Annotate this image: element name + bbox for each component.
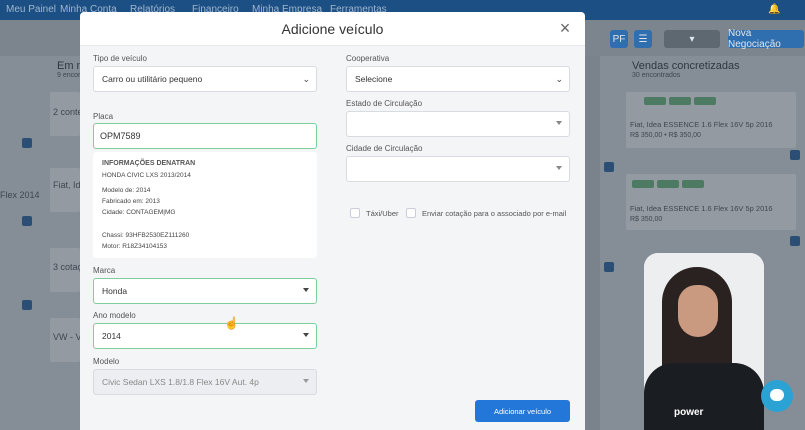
bell-icon[interactable]: 🔔 [768,4,780,15]
card-action-icon[interactable] [790,236,800,246]
nav-item-dashboard[interactable]: Meu Painel [6,4,56,15]
status-badge [644,97,666,105]
denatran-info-panel: INFORMAÇÕES DENATRAN HONDA CIVIC LXS 201… [93,152,317,258]
chat-bubble-icon[interactable] [761,380,793,412]
taxi-checkbox-row[interactable]: Táxi/Uber [350,208,399,218]
card-action-icon[interactable] [22,138,32,148]
cooperative-label: Cooperativa [346,54,390,63]
vehicle-type-label: Tipo de veículo [93,54,147,63]
chevron-down-icon: ⌄ [302,74,310,84]
model-select[interactable]: Civic Sedan LXS 1.8/1.8 Flex 16V Aut. 4p [93,369,317,395]
modal-title: Adicione veículo [281,21,384,37]
denatran-vehicle: HONDA CIVIC LXS 2013/2014 [102,172,191,179]
model-year-select[interactable]: 2014 [93,323,317,349]
send-quote-checkbox-label: Enviar cotação para o associado por e-ma… [422,208,567,218]
mouse-cursor-icon: ☝ [224,316,239,330]
model-year-label: Ano modelo [93,311,136,320]
denatran-title: INFORMAÇÕES DENATRAN [102,160,196,167]
card-action-icon[interactable] [790,150,800,160]
presenter-body [644,363,764,430]
model-year-value: 2014 [102,331,121,341]
sale-card-price: R$ 350,00 [630,216,663,223]
caret-down-icon [556,121,562,125]
brand-value: Honda [102,286,128,296]
circulation-city-select[interactable] [346,156,570,182]
list-view-icon[interactable]: ☰ [634,30,652,48]
shirt-logo: power [674,407,704,418]
plate-input[interactable] [93,123,317,149]
presenter-face [678,285,718,337]
modal-body: Tipo de veículo Carro ou utilitário pequ… [80,46,585,430]
denatran-chassis: Chassi: 93HFB2530EZ111260 [102,232,190,239]
plate-label: Placa [93,112,114,121]
sale-card-price: R$ 350,00 • R$ 350,00 [630,132,701,139]
model-value: Civic Sedan LXS 1.8/1.8 Flex 16V Aut. 4p [102,377,259,387]
deal-card-text: 2 conte [53,107,83,117]
card-action-icon[interactable] [22,216,32,226]
column-count-sales: 30 encontrados [632,72,681,79]
cooperative-select[interactable]: Selecione ⌄ [346,66,570,92]
circulation-state-label: Estado de Circulação [346,99,423,108]
denatran-city: Cidade: CONTAGEM|MG [102,209,176,216]
new-negotiation-button[interactable]: Nova Negociação [728,28,804,50]
close-icon[interactable]: × [556,19,574,38]
pf-button[interactable]: PF [610,30,628,48]
status-badge [694,97,716,105]
status-badge [632,180,654,188]
taxi-checkbox-label: Táxi/Uber [366,208,399,218]
status-badge [669,97,691,105]
send-quote-checkbox-row[interactable]: Enviar cotação para o associado por e-ma… [406,208,566,218]
add-vehicle-button[interactable]: Adicionar veículo [475,400,570,422]
deal-card-text: Flex 2014 [0,190,40,200]
circulation-city-label: Cidade de Circulação [346,144,423,153]
denatran-motor: Motor: R18Z34104153 [102,243,168,250]
circulation-state-select[interactable] [346,111,570,137]
sale-card-vehicle: Fiat, Idea ESSENCE 1.6 Flex 16V 5p 2016 [630,204,773,213]
caret-down-icon [556,166,562,170]
caret-down-icon [303,288,309,292]
chevron-down-icon: ⌄ [555,74,563,84]
cooperative-value: Selecione [355,74,393,84]
filter-dropdown[interactable]: ▾ [664,30,720,48]
brand-select[interactable]: Honda [93,278,317,304]
card-action-icon[interactable] [604,262,614,272]
column-count-negotiation: 9 encor [57,72,81,79]
deal-card[interactable] [50,168,80,212]
model-label: Modelo [93,357,120,366]
caret-down-icon [303,379,309,383]
send-quote-checkbox[interactable] [406,208,416,218]
denatran-manufactured: Fabricado em: 2013 [102,198,160,205]
card-action-icon[interactable] [604,162,614,172]
column-title-sales: Vendas concretizadas [632,60,740,72]
caret-down-icon [303,333,309,337]
brand-label: Marca [93,266,116,275]
add-vehicle-modal: Adicione veículo × Tipo de veículo Carro… [80,12,585,430]
card-action-icon[interactable] [22,300,32,310]
denatran-model-year: Modelo de: 2014 [102,187,151,194]
webcam-overlay: power [644,253,764,430]
sale-card-vehicle: Fiat, Idea ESSENCE 1.6 Flex 16V 5p 2016 [630,120,773,129]
modal-header: Adicione veículo × [80,12,585,46]
status-badge [682,180,704,188]
vehicle-type-value: Carro ou utilitário pequeno [102,74,203,84]
taxi-checkbox[interactable] [350,208,360,218]
vehicle-type-select[interactable]: Carro ou utilitário pequeno ⌄ [93,66,317,92]
deal-card-text: 3 cotaç [53,262,83,272]
status-badge [657,180,679,188]
